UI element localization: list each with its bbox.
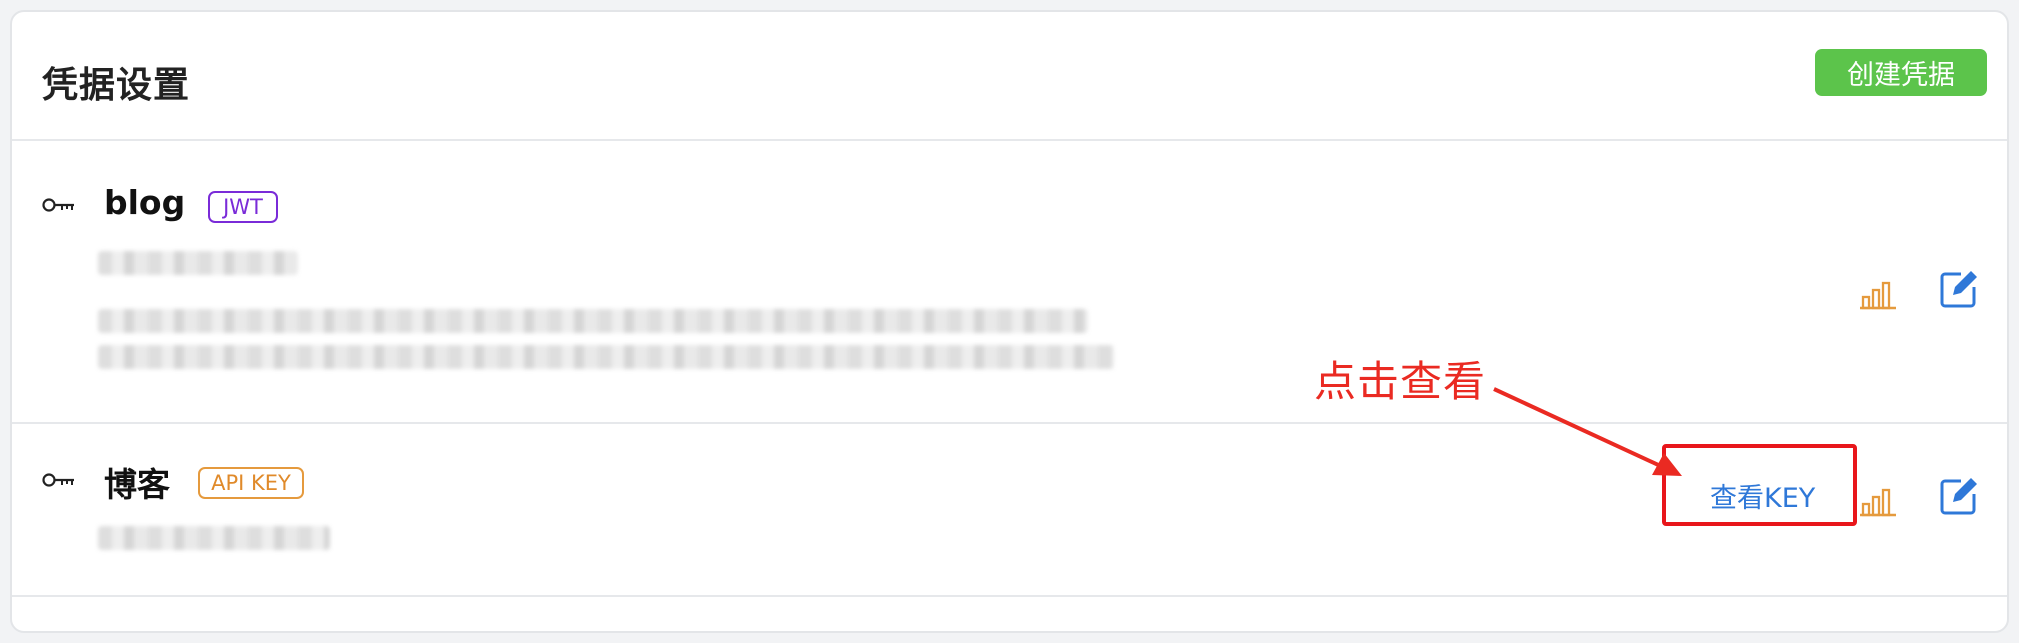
redacted-text <box>98 251 298 275</box>
credential-row-blog: blog JWT <box>12 141 2007 424</box>
annotation-label: 点击查看 <box>1314 357 1487 406</box>
key-icon <box>42 198 74 212</box>
annotation-arrow-icon <box>1493 387 1682 476</box>
credentials-card: 凭据设置 创建凭据 blog JWT 博客 API KEY 查看KEY 点击查看 <box>10 10 2009 633</box>
page-title: 凭据设置 <box>42 65 191 106</box>
stats-icon[interactable] <box>1858 478 1898 518</box>
credential-name: blog <box>104 183 186 222</box>
key-icon <box>42 473 74 487</box>
card-header: 凭据设置 创建凭据 <box>12 12 2007 141</box>
edit-icon[interactable] <box>1939 269 1979 309</box>
redacted-text <box>98 309 1088 333</box>
redacted-text <box>98 345 1114 369</box>
stats-icon[interactable] <box>1858 271 1898 311</box>
credential-row-boke: 博客 API KEY 查看KEY <box>12 424 2007 597</box>
credential-name: 博客 <box>104 465 170 504</box>
redacted-text <box>98 526 330 550</box>
credential-type-badge: JWT <box>208 191 278 223</box>
edit-icon[interactable] <box>1939 476 1979 516</box>
view-key-link[interactable]: 查看KEY <box>1710 476 1815 515</box>
create-credential-button[interactable]: 创建凭据 <box>1815 49 1987 96</box>
credential-type-badge: API KEY <box>198 467 304 499</box>
